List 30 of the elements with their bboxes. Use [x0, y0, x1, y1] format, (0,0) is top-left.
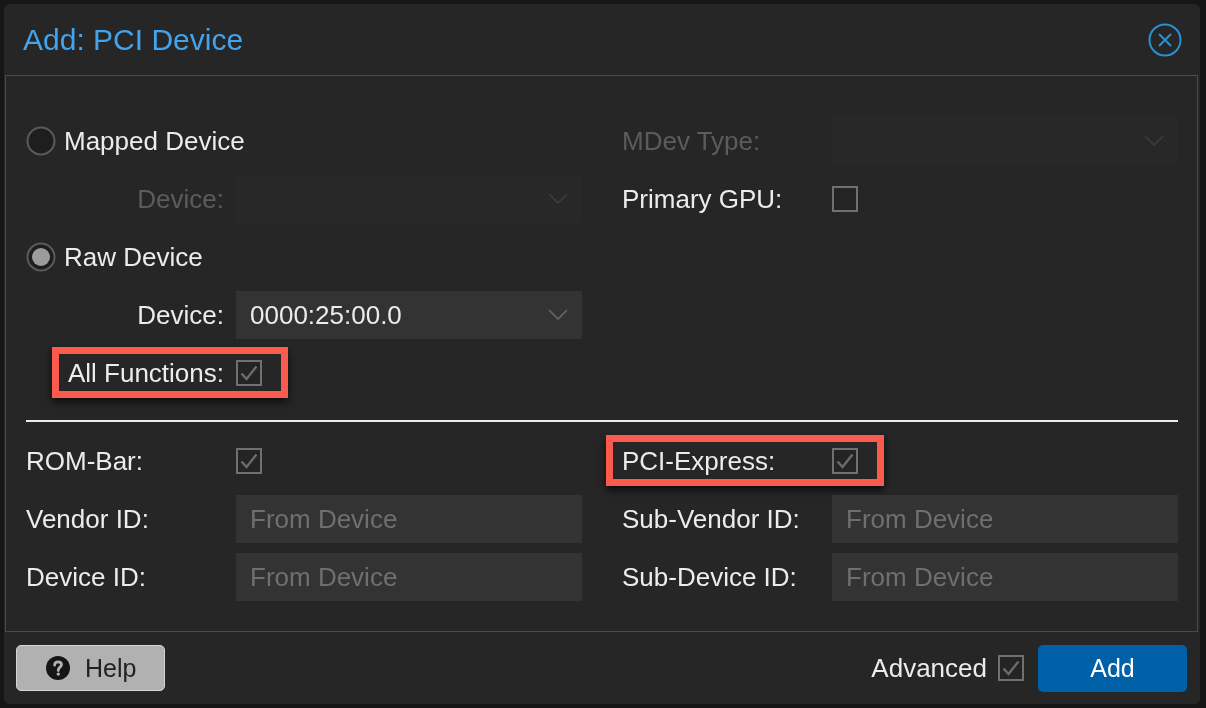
field-label: Device: [137, 299, 224, 330]
field-label: Vendor ID: [26, 503, 149, 534]
field-label: Device ID: [26, 561, 146, 592]
help-icon [46, 656, 70, 680]
text-field[interactable]: From Device [832, 553, 1178, 601]
radio-label: Mapped Device [64, 125, 245, 157]
field-label: Sub-Device ID: [622, 561, 797, 592]
checkbox[interactable] [236, 360, 262, 386]
close-icon[interactable] [1148, 22, 1182, 57]
text-field[interactable]: From Device [236, 553, 582, 601]
field-label: Sub-Vendor ID: [622, 503, 800, 534]
checkbox[interactable] [832, 186, 858, 212]
radio-button[interactable] [26, 242, 56, 272]
help-button[interactable]: Help [16, 645, 165, 691]
text-field[interactable]: From Device [236, 495, 582, 543]
field-label: PCI-Express: [622, 445, 777, 477]
text-field[interactable]: From Device [832, 495, 1178, 543]
field-label: ROM-Bar: [26, 445, 144, 477]
dropdown-field[interactable]: 0000:25:00.0 [236, 291, 582, 339]
radio-label: Raw Device [64, 241, 203, 273]
field-label: Advanced [871, 652, 987, 684]
checkbox[interactable] [998, 655, 1024, 681]
checkbox[interactable] [832, 448, 858, 474]
add-button[interactable]: Add [1038, 644, 1187, 692]
radio-button[interactable] [26, 126, 56, 156]
chevron-icon [548, 309, 568, 321]
checkbox[interactable] [236, 448, 262, 474]
field-label: Primary GPU: [622, 183, 784, 215]
dialog-title: Add: PCI Device [23, 22, 244, 57]
field-label: All Functions: [67, 357, 224, 389]
